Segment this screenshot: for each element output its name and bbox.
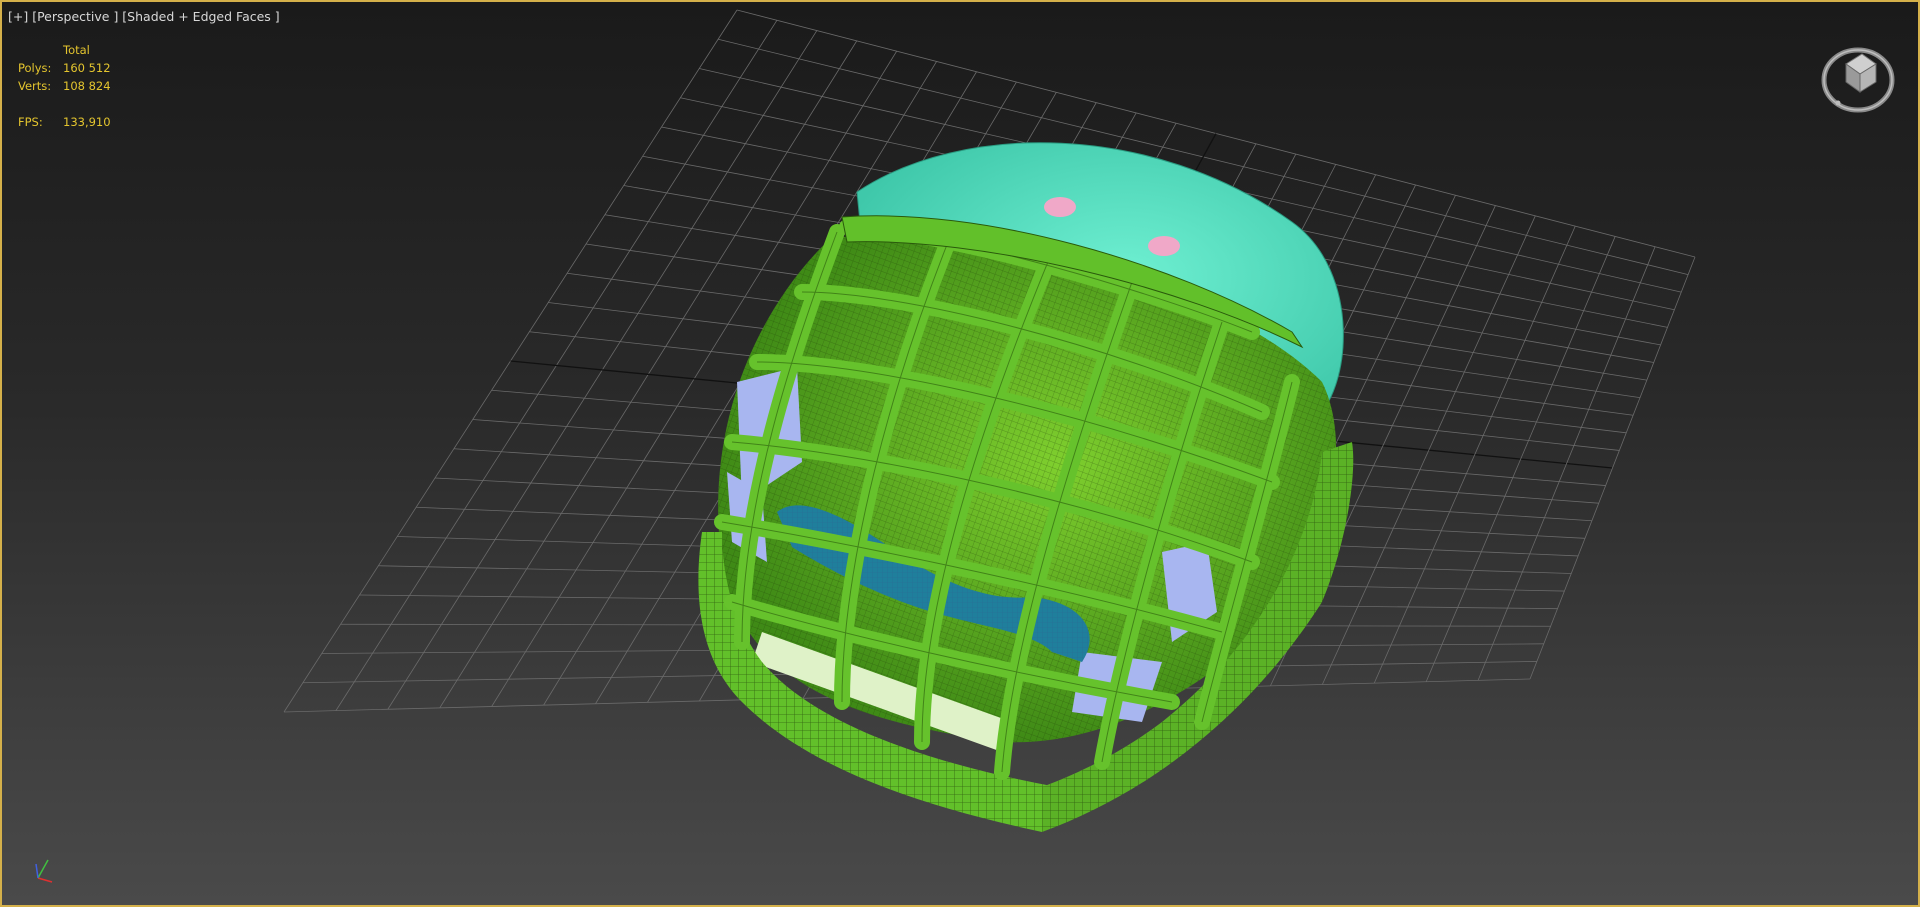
stat-value: 108 824 xyxy=(63,79,111,93)
grid-line xyxy=(1373,225,1576,684)
stat-row-fps: FPS: 133,910 xyxy=(18,115,138,130)
stat-label: Polys: xyxy=(18,61,52,75)
viewcube-icon[interactable] xyxy=(1820,40,1896,116)
stat-label: FPS: xyxy=(18,115,43,129)
perspective-viewport[interactable]: [+] [Perspective ] [Shaded + Edged Faces… xyxy=(0,0,1920,907)
axis-tripod-icon xyxy=(35,859,53,883)
stat-row-verts: Verts: 108 824 xyxy=(18,79,138,94)
viewport-label-menu[interactable]: [+] [Perspective ] [Shaded + Edged Faces… xyxy=(8,9,280,24)
stat-row-polys: Polys: 160 512 xyxy=(18,61,138,76)
stat-label: Verts: xyxy=(18,79,52,93)
snap-button-right[interactable] xyxy=(1148,236,1180,256)
stat-value: 133,910 xyxy=(63,115,111,129)
scene-canvas[interactable] xyxy=(2,2,1918,905)
grid-line xyxy=(1529,256,1696,680)
grid-line xyxy=(1425,236,1616,682)
grid-line xyxy=(1321,215,1536,685)
helmet-model[interactable] xyxy=(698,142,1354,832)
stat-value: 160 512 xyxy=(63,61,111,75)
grid-line xyxy=(1477,246,1656,681)
snap-button-left[interactable] xyxy=(1044,197,1076,217)
stats-header: Total xyxy=(63,43,90,57)
